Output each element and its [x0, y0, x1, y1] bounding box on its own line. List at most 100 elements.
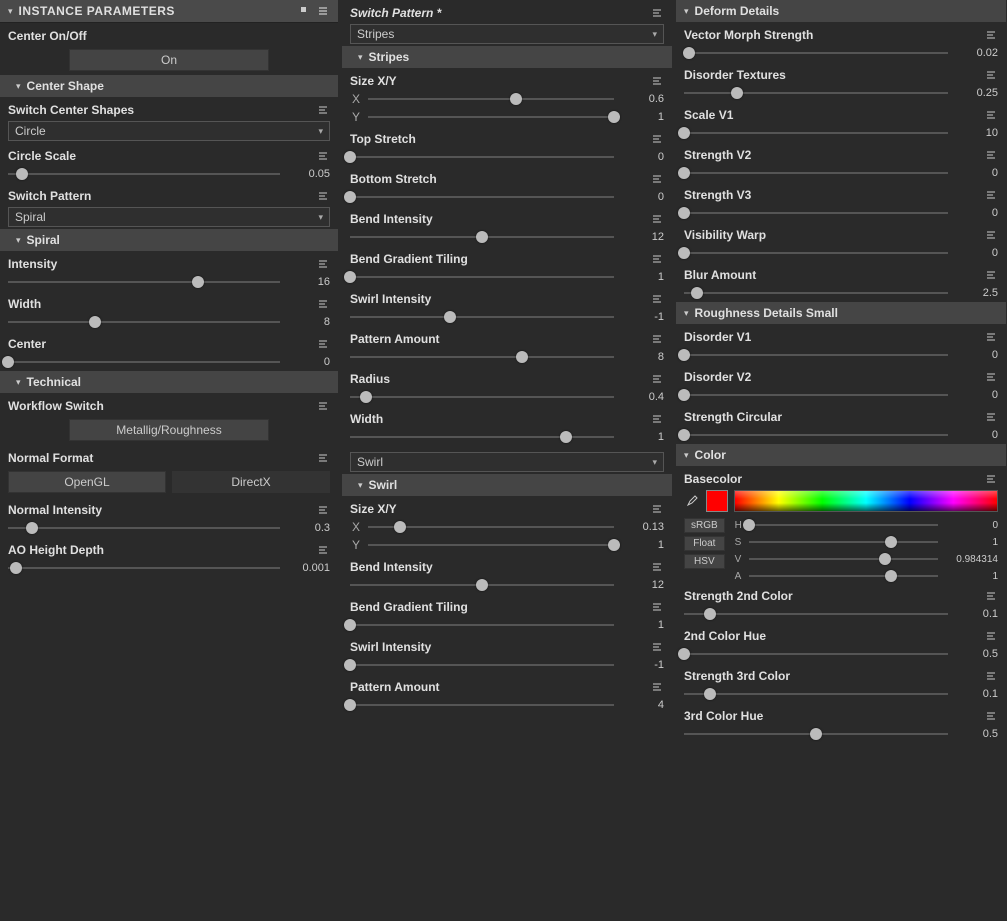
pattern-amount-slider[interactable] [350, 350, 614, 364]
param-menu-icon[interactable] [650, 132, 664, 146]
param-menu-icon[interactable] [650, 502, 664, 516]
directx-button[interactable]: DirectX [172, 471, 330, 493]
strength-circular-slider[interactable] [684, 428, 948, 442]
srgb-button[interactable]: sRGB [684, 518, 725, 533]
technical-section[interactable]: ▾ Technical [0, 371, 338, 393]
param-menu-icon[interactable] [984, 28, 998, 42]
param-menu-icon[interactable] [984, 268, 998, 282]
stripes-section[interactable]: ▾Stripes [342, 46, 672, 68]
swirl-bend-intensity-slider[interactable] [350, 578, 614, 592]
strength-v2-slider[interactable] [684, 166, 948, 180]
width-slider[interactable] [8, 315, 280, 329]
param-menu-icon[interactable] [316, 337, 330, 351]
bend-intensity-slider[interactable] [350, 230, 614, 244]
saturation-slider[interactable] [749, 535, 938, 549]
param-menu-icon[interactable] [984, 188, 998, 202]
center-slider[interactable] [8, 355, 280, 369]
switch-pattern-dropdown[interactable]: Spiral▾ [8, 207, 330, 227]
param-menu-icon[interactable] [650, 640, 664, 654]
param-menu-icon[interactable] [984, 709, 998, 723]
bottom-stretch-slider[interactable] [350, 190, 614, 204]
hue-slider[interactable] [749, 518, 938, 532]
center-shapes-dropdown[interactable]: Circle▾ [8, 121, 330, 141]
stripes-sizey-slider[interactable] [368, 110, 614, 124]
param-menu-icon[interactable] [984, 589, 998, 603]
param-menu-icon[interactable] [650, 412, 664, 426]
disorder-textures-slider[interactable] [684, 86, 948, 100]
param-menu-icon[interactable] [316, 543, 330, 557]
param-menu-icon[interactable] [984, 108, 998, 122]
param-menu-icon[interactable] [316, 103, 330, 117]
param-menu-icon[interactable] [316, 297, 330, 311]
value-slider[interactable] [749, 552, 938, 566]
param-menu-icon[interactable] [650, 6, 664, 20]
swirl-swirl-intensity-slider[interactable] [350, 658, 614, 672]
param-menu-icon[interactable] [984, 148, 998, 162]
swirl-section[interactable]: ▾Swirl [342, 474, 672, 496]
hsv-button[interactable]: HSV [684, 554, 725, 569]
param-menu-icon[interactable] [650, 292, 664, 306]
swirl-sizex-slider[interactable] [368, 520, 614, 534]
eyedropper-icon[interactable] [684, 493, 700, 509]
param-menu-icon[interactable] [984, 330, 998, 344]
param-menu-icon[interactable] [650, 172, 664, 186]
normal-intensity-slider[interactable] [8, 521, 280, 535]
swirl-sizey-slider[interactable] [368, 538, 614, 552]
hue-2nd-slider[interactable] [684, 647, 948, 661]
stripes-sizex-slider[interactable] [368, 92, 614, 106]
param-menu-icon[interactable] [650, 212, 664, 226]
param-menu-icon[interactable] [650, 600, 664, 614]
swirl-bend-grad-tiling-slider[interactable] [350, 618, 614, 632]
param-menu-icon[interactable] [316, 257, 330, 271]
opengl-button[interactable]: OpenGL [8, 471, 166, 493]
instance-parameters-header[interactable]: ▾ INSTANCE PARAMETERS [0, 0, 338, 23]
param-menu-icon[interactable] [984, 228, 998, 242]
param-menu-icon[interactable] [984, 629, 998, 643]
param-menu-icon[interactable] [984, 68, 998, 82]
hue-3rd-slider[interactable] [684, 727, 948, 741]
disorder-v2-slider[interactable] [684, 388, 948, 402]
param-menu-icon[interactable] [316, 503, 330, 517]
spiral-section[interactable]: ▾ Spiral [0, 229, 338, 251]
param-menu-icon[interactable] [316, 451, 330, 465]
param-menu-icon[interactable] [316, 149, 330, 163]
disorder-v1-slider[interactable] [684, 348, 948, 362]
param-menu-icon[interactable] [316, 399, 330, 413]
param-menu-icon[interactable] [650, 560, 664, 574]
blur-amount-slider[interactable] [684, 286, 948, 300]
param-menu-icon[interactable] [984, 410, 998, 424]
switch-pattern2-dropdown[interactable]: Stripes▾ [350, 24, 664, 44]
scale-v1-slider[interactable] [684, 126, 948, 140]
menu-icon[interactable] [316, 4, 330, 18]
ao-height-depth-slider[interactable] [8, 561, 280, 575]
strength-v3-slider[interactable] [684, 206, 948, 220]
intensity-slider[interactable] [8, 275, 280, 289]
param-menu-icon[interactable] [984, 472, 998, 486]
swirl-pattern-amount-slider[interactable] [350, 698, 614, 712]
deform-details-section[interactable]: ▾Deform Details [676, 0, 1006, 22]
vector-morph-slider[interactable] [684, 46, 948, 60]
radius-slider[interactable] [350, 390, 614, 404]
bend-grad-tiling-slider[interactable] [350, 270, 614, 284]
param-menu-icon[interactable] [650, 680, 664, 694]
param-menu-icon[interactable] [984, 370, 998, 384]
center-shape-section[interactable]: ▾ Center Shape [0, 75, 338, 97]
stripes-width-slider[interactable] [350, 430, 614, 444]
pin-icon[interactable] [298, 4, 312, 18]
param-menu-icon[interactable] [650, 252, 664, 266]
swirl-intensity-slider[interactable] [350, 310, 614, 324]
param-menu-icon[interactable] [650, 332, 664, 346]
visibility-warp-slider[interactable] [684, 246, 948, 260]
center-on-button[interactable]: On [69, 49, 269, 71]
param-menu-icon[interactable] [650, 372, 664, 386]
workflow-button[interactable]: Metallig/Roughness [69, 419, 269, 441]
basecolor-swatch[interactable] [706, 490, 728, 512]
float-button[interactable]: Float [684, 536, 725, 551]
color-section[interactable]: ▾Color [676, 444, 1006, 466]
top-stretch-slider[interactable] [350, 150, 614, 164]
alpha-slider[interactable] [749, 569, 938, 583]
roughness-details-section[interactable]: ▾Roughness Details Small [676, 302, 1006, 324]
swirl-dropdown[interactable]: Swirl▾ [350, 452, 664, 472]
circle-scale-slider[interactable] [8, 167, 280, 181]
param-menu-icon[interactable] [316, 189, 330, 203]
